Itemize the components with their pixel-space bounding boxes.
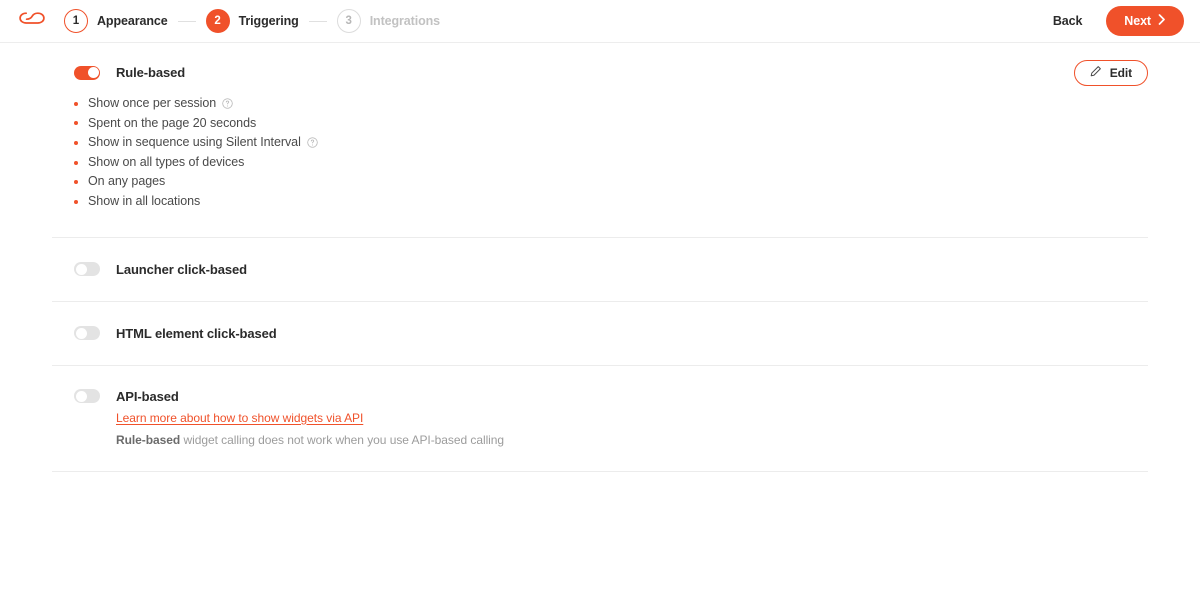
api-based-title: API-based [116,388,179,404]
next-button-label: Next [1124,14,1151,28]
launcher-click-title: Launcher click-based [116,261,247,277]
html-element-click-toggle[interactable] [74,326,100,341]
step-separator-1 [177,20,196,22]
wizard-header: 1 Appearance 2 Triggering 3 Integrations… [0,0,1200,43]
html-element-click-title: HTML element click-based [116,325,277,341]
bullet-icon [74,140,78,145]
next-button[interactable]: Next [1106,6,1184,36]
api-note-rest: widget calling does not work when you us… [180,432,505,447]
step-integrations-label: Integrations [369,14,441,28]
section-rule-based: Rule-based Edit Show once per session Sp… [52,43,1148,237]
step-integrations[interactable]: 3 Integrations [336,9,441,33]
rule-based-header: Rule-based Edit [52,59,1148,86]
bullet-icon [74,180,78,185]
rule-based-toggle[interactable] [74,65,100,80]
list-item: Spent on the page 20 seconds [74,114,1148,134]
help-icon[interactable] [307,137,318,149]
toggle-knob [75,390,87,402]
rule-text: Show once per session [88,96,217,110]
section-divider [52,470,1148,472]
bullet-icon [74,121,78,126]
toggle-knob [87,67,99,78]
step-separator-2 [308,20,327,22]
step-integrations-number: 3 [336,9,361,33]
rule-list: Show once per session Spent on the page … [52,94,1148,212]
toggle-knob [75,327,87,339]
toggle-knob [75,263,87,275]
back-button[interactable]: Back [1051,10,1084,32]
list-item: Show once per session [74,94,1148,114]
triggering-settings-panel: Rule-based Edit Show once per session Sp… [0,43,1200,472]
rule-text: Spent on the page 20 seconds [88,115,257,130]
step-appearance-number: 1 [64,9,88,33]
step-triggering[interactable]: 2 Triggering [205,9,299,33]
launcher-click-toggle[interactable] [74,262,100,277]
section-html-element-click-based: HTML element click-based [52,302,1148,365]
html-element-click-header: HTML element click-based [52,326,1148,341]
edit-rules-label: Edit [1109,65,1132,80]
api-based-note: Rule-based widget calling does not work … [116,433,1148,447]
step-indicator: 1 Appearance 2 Triggering 3 Integrations [64,9,440,33]
step-triggering-label: Triggering [238,14,299,28]
pencil-icon [1090,65,1102,80]
header-actions: Back Next [1051,6,1184,36]
api-based-toggle[interactable] [74,389,100,404]
section-api-based: API-based Learn more about how to show w… [52,366,1148,471]
rule-based-title: Rule-based [116,65,186,80]
rule-text: On any pages [88,174,166,189]
cloud-logo-icon [18,10,46,33]
app-logo[interactable] [12,10,52,33]
rule-text: Show in sequence using Silent Interval [88,135,301,150]
bullet-icon [74,160,78,165]
edit-rules-button[interactable]: Edit [1073,59,1148,86]
bullet-icon [74,199,78,204]
bullet-icon [74,101,78,106]
api-learn-more-link[interactable]: Learn more about how to show widgets via… [116,411,363,425]
list-item: Show in all locations [74,192,1148,212]
launcher-click-header: Launcher click-based [52,262,1148,277]
rule-text: Show on all types of devices [88,154,245,169]
step-appearance[interactable]: 1 Appearance [64,9,168,33]
section-launcher-click-based: Launcher click-based [52,238,1148,301]
list-item: Show in sequence using Silent Interval [74,133,1148,153]
step-triggering-number: 2 [205,9,230,33]
list-item: On any pages [74,172,1148,192]
chevron-right-icon [1158,14,1166,28]
step-appearance-label: Appearance [97,14,168,28]
api-note-emphasis: Rule-based [116,432,181,447]
help-icon[interactable] [222,98,233,109]
api-based-header: API-based [52,389,1148,404]
rule-text: Show in all locations [88,193,201,208]
list-item: Show on all types of devices [74,153,1148,173]
api-based-details: Learn more about how to show widgets via… [52,404,1148,447]
